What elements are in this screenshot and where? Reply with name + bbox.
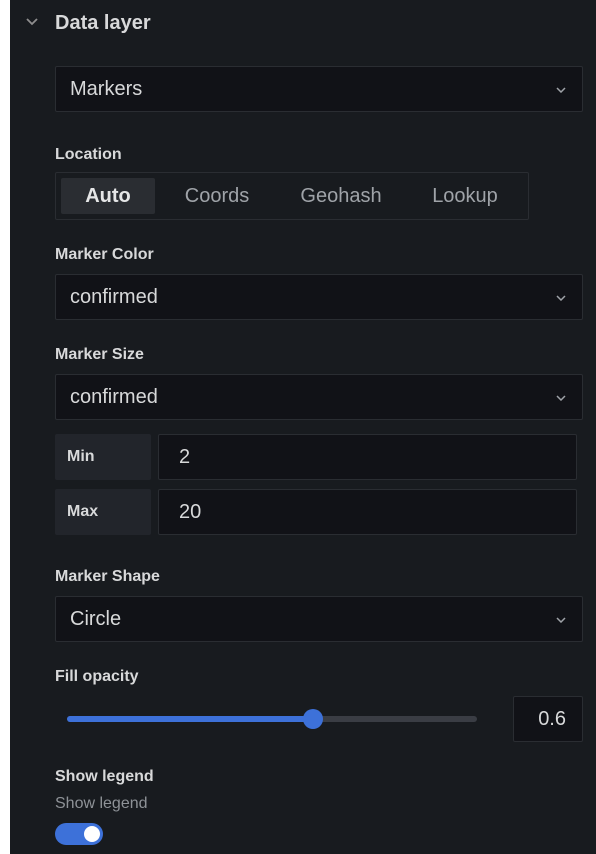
chevron-down-icon (554, 389, 568, 407)
fill-opacity-slider[interactable] (67, 709, 477, 729)
max-label: Max (67, 503, 99, 520)
section-title[interactable]: Data layer (55, 12, 151, 35)
chevron-down-icon (554, 81, 568, 99)
min-size-input[interactable]: 2 (158, 434, 577, 480)
min-size-value: 2 (179, 446, 191, 468)
fill-opacity-input[interactable]: 0.6 (513, 696, 583, 742)
marker-color-label: Marker Color (55, 246, 154, 263)
max-size-input[interactable]: 20 (158, 489, 577, 535)
show-legend-toggle[interactable] (55, 823, 103, 845)
toggle-knob (84, 826, 100, 842)
show-legend-label: Show legend (55, 768, 154, 785)
marker-size-label: Marker Size (55, 346, 144, 363)
data-layer-panel: Data layer Markers Location Auto Coords … (10, 0, 596, 854)
show-legend-description: Show legend (55, 795, 148, 812)
fill-opacity-label: Fill opacity (55, 668, 139, 685)
max-addon: Max (55, 489, 151, 535)
max-size-value: 20 (179, 501, 202, 523)
marker-color-select[interactable]: confirmed (55, 274, 583, 320)
slider-thumb[interactable] (303, 709, 323, 729)
marker-size-value: confirmed (70, 386, 158, 408)
chevron-down-icon[interactable] (24, 12, 40, 32)
location-option-geohash[interactable]: Geohash (281, 178, 401, 214)
marker-shape-label: Marker Shape (55, 568, 160, 585)
location-option-lookup[interactable]: Lookup (411, 178, 519, 214)
marker-shape-select[interactable]: Circle (55, 596, 583, 642)
chevron-down-icon (554, 611, 568, 629)
location-label: Location (55, 146, 122, 163)
marker-color-value: confirmed (70, 286, 158, 308)
layer-type-value: Markers (70, 78, 143, 100)
min-addon: Min (55, 434, 151, 480)
location-option-coords[interactable]: Coords (161, 178, 273, 214)
min-label: Min (67, 448, 95, 465)
marker-size-select[interactable]: confirmed (55, 374, 583, 420)
marker-shape-value: Circle (70, 608, 122, 630)
slider-fill (67, 716, 313, 722)
location-radio-group: Auto Coords Geohash Lookup (55, 172, 529, 220)
chevron-down-icon (554, 289, 568, 307)
fill-opacity-value: 0.6 (538, 708, 566, 730)
location-option-auto[interactable]: Auto (61, 178, 155, 214)
layer-type-select[interactable]: Markers (55, 66, 583, 112)
